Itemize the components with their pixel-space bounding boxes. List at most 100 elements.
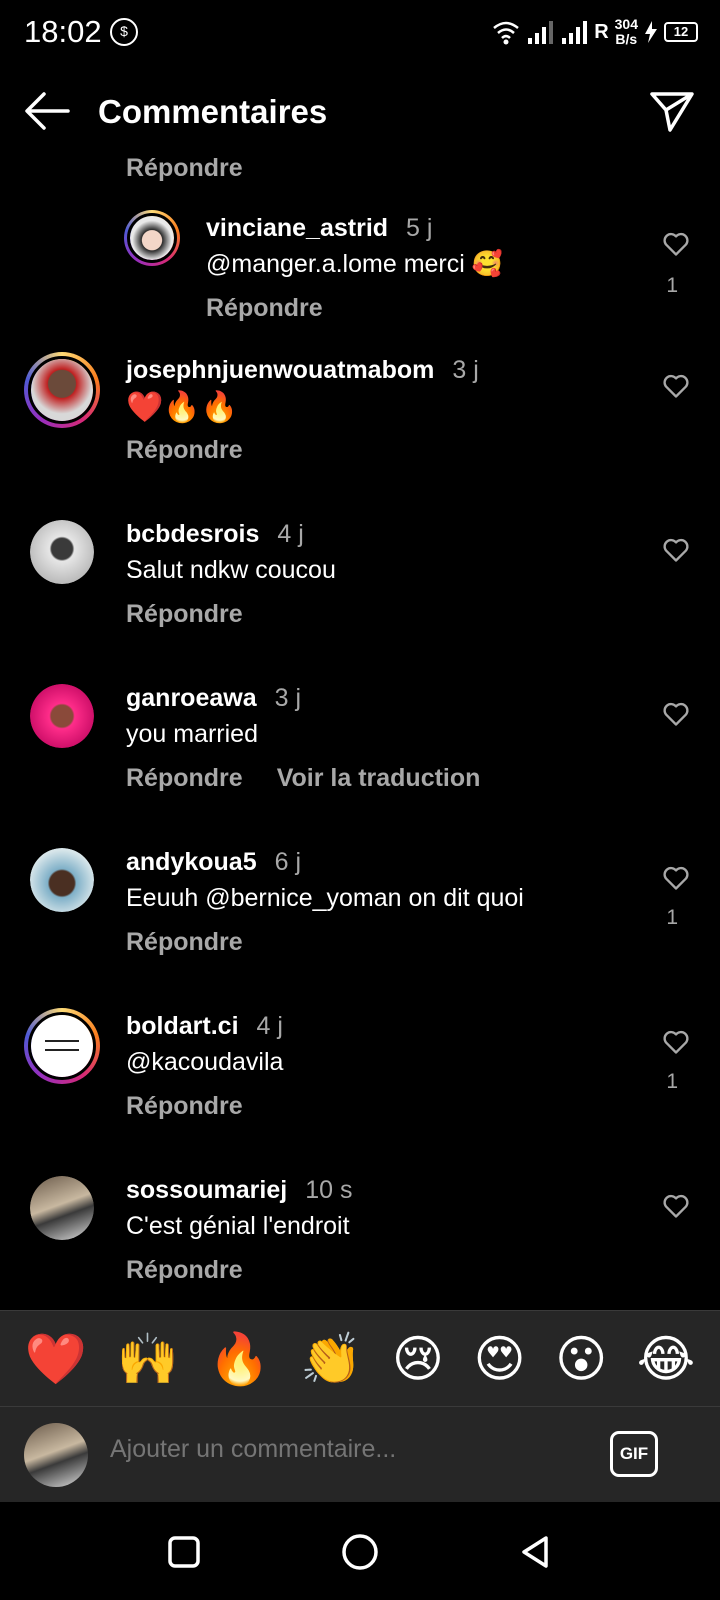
comment-time: 4 j <box>277 520 304 548</box>
heart-icon[interactable] <box>662 1192 690 1220</box>
heart-icon[interactable] <box>662 1028 690 1056</box>
comment-time: 3 j <box>274 684 302 712</box>
network-speed: 304 B/s <box>615 17 638 47</box>
comment-text: Salut ndkw coucou <box>126 556 336 584</box>
comment-item: sossoumariej 10 s C'est génial l'endroit … <box>0 1166 720 1306</box>
username-text[interactable]: andykoua5 <box>126 848 257 876</box>
like-count: 1 <box>666 906 678 929</box>
battery-icon: 12 <box>664 22 698 42</box>
heart-icon[interactable] <box>662 230 690 258</box>
wifi-icon <box>493 21 519 45</box>
speed-unit: B/s <box>615 31 638 47</box>
comment-input[interactable] <box>110 1435 570 1464</box>
comment-username[interactable]: vinciane_astrid 5 j <box>206 214 432 243</box>
avatar <box>24 1423 88 1487</box>
status-bar: 18:02 $ R 304 B/s 12 <box>0 0 720 66</box>
avatar[interactable] <box>30 1176 94 1240</box>
comment-username[interactable]: sossoumariej 10 s <box>126 1176 352 1205</box>
charging-icon <box>645 21 657 43</box>
comment-actions: Répondre <box>126 600 243 629</box>
username-text[interactable]: ganroeawa <box>126 684 257 712</box>
page-title: Commentaires <box>98 93 328 130</box>
comment-item: andykoua5 6 j Eeuuh @bernice_yoman on dit… <box>0 838 720 988</box>
heart-icon[interactable] <box>662 536 690 564</box>
reply-button[interactable]: Répondre <box>126 1092 243 1121</box>
status-icons: R 304 B/s 12 <box>492 14 698 50</box>
comment-actions: Répondre <box>206 294 323 323</box>
comment-username[interactable]: josephnjuenwouatmabom 3 j <box>126 356 479 385</box>
emoji-crying[interactable]: 😢 <box>392 1331 444 1387</box>
translate-button[interactable]: Voir la traduction <box>277 764 481 793</box>
reply-button[interactable]: Répondre <box>126 436 243 465</box>
header: Commentaires <box>0 74 720 150</box>
system-nav-bar <box>0 1502 720 1600</box>
username-text[interactable]: sossoumariej <box>126 1176 287 1204</box>
comment-text: Eeuuh @bernice_yoman on dit quoi <box>126 884 524 912</box>
back-triangle-icon[interactable] <box>514 1530 558 1574</box>
username-text[interactable]: boldart.ci <box>126 1012 239 1040</box>
signal-icon-2 <box>562 21 588 44</box>
avatar[interactable] <box>24 352 100 428</box>
like-count: 1 <box>666 1070 678 1093</box>
comment-time: 10 s <box>305 1176 353 1204</box>
comment-time: 5 j <box>406 214 433 242</box>
reply-button[interactable]: Répondre <box>126 600 243 629</box>
emoji-fire[interactable]: 🔥 <box>208 1331 270 1387</box>
username-text[interactable]: bcbdesrois <box>126 520 259 548</box>
comment-username[interactable]: ganroeawa 3 j <box>126 684 301 713</box>
comment-text: C'est génial l'endroit <box>126 1212 350 1240</box>
comment-actions: Répondre <box>126 928 243 957</box>
comment-item: bcbdesrois 4 j Salut ndkw coucou Répondre <box>0 510 720 660</box>
reply-button[interactable]: Répondre <box>126 764 243 793</box>
money-face-icon: $ <box>110 18 138 46</box>
comment-item: josephnjuenwouatmabom 3 j ❤️🔥🔥 Répondre <box>0 346 720 496</box>
comment-item: ganroeawa 3 j you married Répondre Voir l… <box>0 674 720 824</box>
comment-item: boldart.ci 4 j @kacoudavila Répondre 1 <box>0 1002 720 1152</box>
comment-text: @kacoudavila <box>126 1048 284 1076</box>
comment-username[interactable]: boldart.ci 4 j <box>126 1012 283 1041</box>
emoji-laughing[interactable]: 😂 <box>637 1331 695 1387</box>
heart-icon[interactable] <box>662 372 690 400</box>
comment-actions: Répondre <box>126 1256 243 1285</box>
reply-button[interactable]: Répondre <box>126 1256 243 1285</box>
heart-icon[interactable] <box>662 700 690 728</box>
emoji-raised-hands[interactable]: 🙌 <box>117 1331 179 1387</box>
signal-icon-1 <box>528 21 554 44</box>
heart-icon[interactable] <box>662 864 690 892</box>
comment-time: 6 j <box>274 848 302 876</box>
back-arrow-icon[interactable] <box>22 88 72 134</box>
reply-button[interactable]: Répondre <box>206 294 323 323</box>
avatar[interactable] <box>24 1008 100 1084</box>
comment-actions: Répondre <box>126 1092 243 1121</box>
avatar[interactable] <box>30 520 94 584</box>
gif-button[interactable]: GIF <box>610 1431 658 1477</box>
network-label: R <box>594 20 609 43</box>
avatar[interactable] <box>124 210 180 266</box>
username-text[interactable]: vinciane_astrid <box>206 214 388 242</box>
avatar[interactable] <box>30 848 94 912</box>
reply-button[interactable]: Répondre <box>126 154 243 183</box>
emoji-clap[interactable]: 👏 <box>300 1331 362 1387</box>
username-text[interactable]: josephnjuenwouatmabom <box>126 356 434 384</box>
comment-username[interactable]: bcbdesrois 4 j <box>126 520 304 549</box>
comment-text: ❤️🔥🔥 <box>126 391 239 424</box>
comment-actions: Répondre Voir la traduction <box>126 764 480 793</box>
recents-square-icon[interactable] <box>162 1530 206 1574</box>
status-time: 18:02 <box>24 14 102 49</box>
avatar[interactable] <box>30 684 94 748</box>
comment-text: @manger.a.lome merci 🥰 <box>206 250 503 278</box>
emoji-surprised[interactable]: 😮 <box>555 1331 607 1387</box>
speed-value: 304 <box>614 16 638 32</box>
comment-item: vinciane_astrid 5 j @manger.a.lome merci … <box>0 206 720 336</box>
like-count: 1 <box>666 274 678 297</box>
comment-composer: GIF <box>0 1406 720 1502</box>
comment-actions: Répondre <box>126 436 243 465</box>
comment-time: 3 j <box>452 356 479 384</box>
comment-text: you married <box>126 720 258 748</box>
reply-button[interactable]: Répondre <box>126 928 243 957</box>
home-circle-icon[interactable] <box>338 1530 382 1574</box>
emoji-heart[interactable]: ❤️ <box>25 1331 87 1387</box>
paper-plane-icon[interactable] <box>648 86 696 134</box>
comment-username[interactable]: andykoua5 6 j <box>126 848 301 877</box>
emoji-heart-eyes[interactable]: 😍 <box>474 1331 526 1387</box>
